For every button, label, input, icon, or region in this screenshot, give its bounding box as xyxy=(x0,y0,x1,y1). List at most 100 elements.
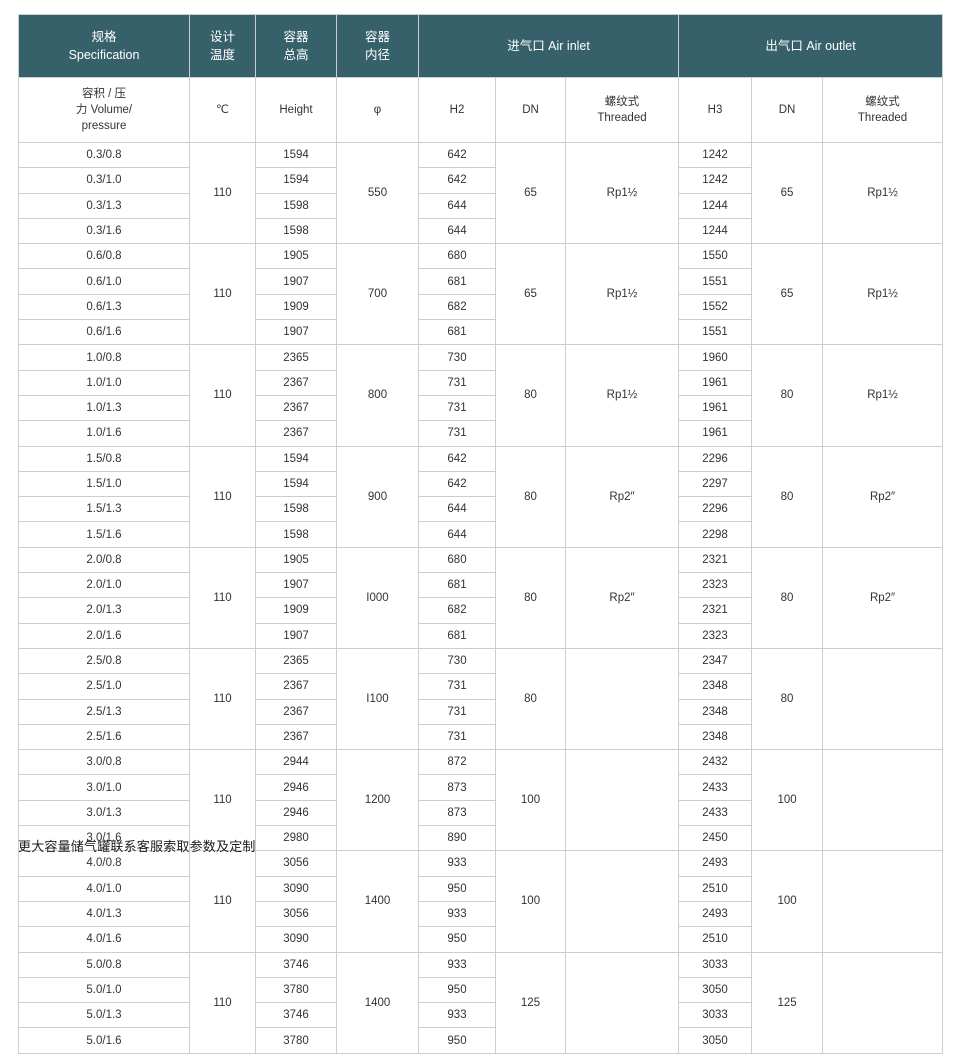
cell-design-temperature: 110 xyxy=(189,951,256,1054)
cell-outlet-h3: 1244 xyxy=(678,217,753,245)
cell-outlet-h3: 2510 xyxy=(678,926,753,953)
header-vessel-total-height-line1: 容器 xyxy=(283,29,309,44)
cell-outlet-h3: 1961 xyxy=(678,420,753,447)
cell-inlet-h2: 933 xyxy=(418,850,496,877)
header-vessel-inner-diameter-line1: 容器 xyxy=(364,29,390,44)
cell-vessel-total-height: 2946 xyxy=(255,774,337,801)
cell-inlet-dn: 65 xyxy=(495,141,566,245)
cell-vessel-total-height: 3746 xyxy=(255,1002,337,1029)
cell-outlet-dn: 65 xyxy=(751,243,824,346)
cell-outlet-h3: 1244 xyxy=(678,192,753,219)
cell-outlet-h3: 1242 xyxy=(678,167,753,194)
cell-design-temperature: 110 xyxy=(189,850,256,953)
cell-inlet-h2: 950 xyxy=(418,926,496,953)
cell-vessel-total-height: 3056 xyxy=(255,850,337,877)
cell-outlet-dn: 80 xyxy=(751,344,824,447)
unit-inlet-threaded-en: Threaded xyxy=(597,112,647,124)
cell-outlet-h3: 3050 xyxy=(678,1027,753,1054)
spec-table-page: 规格 Specification 设计 温度 容器 总高 容器 内径 进气口 A… xyxy=(0,14,960,1054)
cell-outlet-h3: 1551 xyxy=(678,319,753,346)
cell-vessel-total-height: 2367 xyxy=(255,420,337,447)
cell-inlet-dn: 100 xyxy=(495,749,566,852)
cell-specification: 2.0/1.3 xyxy=(18,597,190,624)
cell-outlet-h3: 1551 xyxy=(678,268,753,295)
cell-design-temperature: 110 xyxy=(189,344,256,447)
cell-vessel-total-height: 2980 xyxy=(255,825,337,852)
table-row: 1.0/0.8 110 2365 800 730 80 Rp1½ 1960 80 Rp1½ xyxy=(18,344,944,447)
unit-inlet-threaded: 螺纹式 Threaded xyxy=(564,77,680,143)
cell-vessel-total-height: 1594 xyxy=(255,470,337,498)
cell-vessel-total-height: 2367 xyxy=(255,698,337,725)
cell-design-temperature: 110 xyxy=(189,141,256,245)
cell-inlet-h2: 731 xyxy=(418,394,496,422)
cell-outlet-h3: 2296 xyxy=(678,496,753,523)
unit-outlet-threaded-cn: 螺纹式 xyxy=(865,95,900,108)
cell-specification: 2.5/0.8 xyxy=(18,647,190,675)
cell-inlet-dn: 80 xyxy=(495,445,566,548)
cell-specification: 1.0/1.6 xyxy=(18,420,190,447)
cell-specification: 5.0/0.8 xyxy=(18,951,190,978)
table-row: 2.0/0.8 110 1905 I000 680 80 Rp2″ 2321 80 Rp2″ xyxy=(18,546,944,649)
cell-specification: 1.5/0.8 xyxy=(18,445,190,472)
cell-outlet-h3: 3033 xyxy=(678,1002,753,1029)
table-row: 5.0/0.8 110 3746 1400 933 125 3033 125 xyxy=(18,951,944,1054)
cell-outlet-threaded xyxy=(822,749,944,852)
cell-outlet-dn: 65 xyxy=(751,141,824,245)
cell-inlet-h2: 681 xyxy=(418,622,496,649)
cell-vessel-total-height: 1909 xyxy=(255,293,337,321)
cell-inlet-h2: 680 xyxy=(418,546,496,574)
cell-inlet-dn: 100 xyxy=(495,850,566,953)
cell-vessel-total-height: 2367 xyxy=(255,673,337,700)
cell-vessel-total-height: 1598 xyxy=(255,496,337,523)
cell-specification: 1.5/1.0 xyxy=(18,470,190,498)
cell-inlet-h2: 682 xyxy=(418,597,496,624)
unit-inlet-h2: H2 xyxy=(418,77,496,143)
cell-design-temperature: 110 xyxy=(189,546,256,649)
cell-design-temperature: 110 xyxy=(189,647,256,751)
unit-specification-line3: pressure xyxy=(81,120,127,133)
cell-specification: 0.3/0.8 xyxy=(18,141,190,169)
unit-height: Height xyxy=(255,77,337,143)
cell-specification: 0.6/1.0 xyxy=(18,268,190,295)
cell-outlet-h3: 2433 xyxy=(678,774,753,801)
cell-inlet-threaded xyxy=(564,647,680,751)
header-design-temperature-line2: 温度 xyxy=(209,48,235,62)
header-vessel-total-height: 容器 总高 xyxy=(255,14,337,78)
unit-outlet-threaded-en: Threaded xyxy=(857,112,908,124)
table-header: 规格 Specification 设计 温度 容器 总高 容器 内径 进气口 A… xyxy=(18,14,944,78)
cell-vessel-total-height: 1905 xyxy=(255,546,337,574)
cell-outlet-threaded: Rp2″ xyxy=(822,445,944,548)
cell-specification: 1.5/1.3 xyxy=(18,496,190,523)
cell-inlet-h2: 731 xyxy=(418,369,496,396)
footer-note: 更大容量储气罐联系客服索取参数及定制 xyxy=(18,840,256,855)
cell-specification: 4.0/1.6 xyxy=(18,926,190,953)
cell-outlet-h3: 2433 xyxy=(678,799,753,827)
cell-inlet-dn: 80 xyxy=(495,647,566,751)
cell-vessel-total-height: 2365 xyxy=(255,647,337,675)
cell-outlet-h3: 2450 xyxy=(678,825,753,852)
cell-vessel-total-height: 1598 xyxy=(255,192,337,219)
header-air-outlet: 出气口 Air outlet xyxy=(678,14,944,78)
cell-design-temperature: 110 xyxy=(189,243,256,346)
cell-inlet-h2: 873 xyxy=(418,799,496,827)
cell-outlet-h3: 2493 xyxy=(678,850,753,877)
unit-outlet-threaded: 螺纹式 Threaded xyxy=(822,77,944,143)
cell-inlet-threaded: Rp1½ xyxy=(564,344,680,447)
cell-outlet-dn: 125 xyxy=(751,951,824,1054)
cell-outlet-h3: 2298 xyxy=(678,521,753,548)
cell-inlet-threaded: Rp1½ xyxy=(564,243,680,346)
cell-outlet-dn: 100 xyxy=(751,850,824,953)
cell-specification: 0.6/0.8 xyxy=(18,243,190,270)
cell-outlet-h3: 1242 xyxy=(678,141,753,169)
unit-phi: φ xyxy=(336,77,419,143)
cell-specification: 0.3/1.0 xyxy=(18,167,190,194)
cell-inlet-h2: 642 xyxy=(418,470,496,498)
header-design-temperature: 设计 温度 xyxy=(189,14,256,78)
unit-specification-line1: 容积 / 压 xyxy=(81,87,127,100)
cell-vessel-total-height: 3056 xyxy=(255,900,337,928)
cell-inlet-threaded: Rp1½ xyxy=(564,141,680,245)
cell-inlet-h2: 873 xyxy=(418,774,496,801)
cell-inlet-h2: 731 xyxy=(418,723,496,751)
cell-vessel-inner-diameter: 900 xyxy=(336,445,419,548)
cell-inlet-h2: 644 xyxy=(418,521,496,548)
